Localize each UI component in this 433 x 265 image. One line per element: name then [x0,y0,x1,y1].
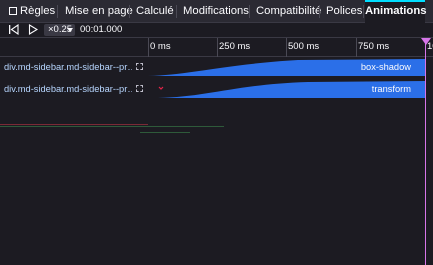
overlay-line [0,124,148,125]
tab-separator [129,5,130,18]
animation-bar[interactable]: box-shadow [148,58,425,78]
panel-tab-bar: Règles Mise en page Calculé Modification… [0,0,433,23]
tick-line [217,38,218,57]
select-target-icon[interactable] [136,85,143,92]
rewind-icon [9,23,19,36]
tab-separator [249,5,250,18]
overlay-line [0,126,224,127]
tab-layout[interactable]: Mise en page [65,0,133,23]
tab-separator [57,5,58,18]
tab-separator [363,5,364,18]
timeline-header[interactable]: 0 ms 250 ms 500 ms 750 ms [0,38,433,57]
play-button[interactable] [28,24,39,38]
playhead[interactable] [425,38,426,265]
rewind-button[interactable] [8,23,19,38]
animation-target[interactable]: div.md-sidebar.md-sidebar--pr… [4,62,132,72]
tick-line [356,38,357,57]
tick-line [148,38,149,57]
tick-label: 250 ms [219,41,251,52]
overlay-line [140,132,190,133]
animation-bar[interactable]: transform [148,80,425,100]
tick-label: 750 ms [358,41,390,52]
animation-toolbar: ×0.25 00:01.000 [0,23,433,38]
tab-compatibility[interactable]: Compatibilité [256,0,321,23]
tab-separator [319,5,320,18]
animation-name: transform [371,84,411,94]
rules-icon [9,7,17,15]
tab-changes[interactable]: Modifications [183,0,249,23]
select-target-icon[interactable] [136,63,143,70]
animation-row-box-shadow[interactable]: div.md-sidebar.md-sidebar--pr… box-shado… [0,58,433,78]
playback-rate-select[interactable]: ×0.25 [44,24,75,36]
current-time: 00:01.000 [80,24,123,35]
tick-label: 500 ms [288,41,320,52]
tick-line [286,38,287,57]
tab-computed[interactable]: Calculé [136,0,174,23]
tab-fonts[interactable]: Polices [326,0,362,23]
animation-row-transform[interactable]: div.md-sidebar.md-sidebar--pr… transform [0,80,433,100]
chevron-down-icon [67,28,73,32]
playhead-handle[interactable] [421,38,431,45]
play-icon [28,24,39,35]
tab-rules[interactable]: Règles [20,0,55,23]
tab-separator [176,5,177,18]
tab-animations[interactable]: Animations [365,0,427,23]
animation-target[interactable]: div.md-sidebar.md-sidebar--pr… [4,84,132,94]
tick-label: 0 ms [150,41,171,52]
animation-name: box-shadow [360,62,411,72]
